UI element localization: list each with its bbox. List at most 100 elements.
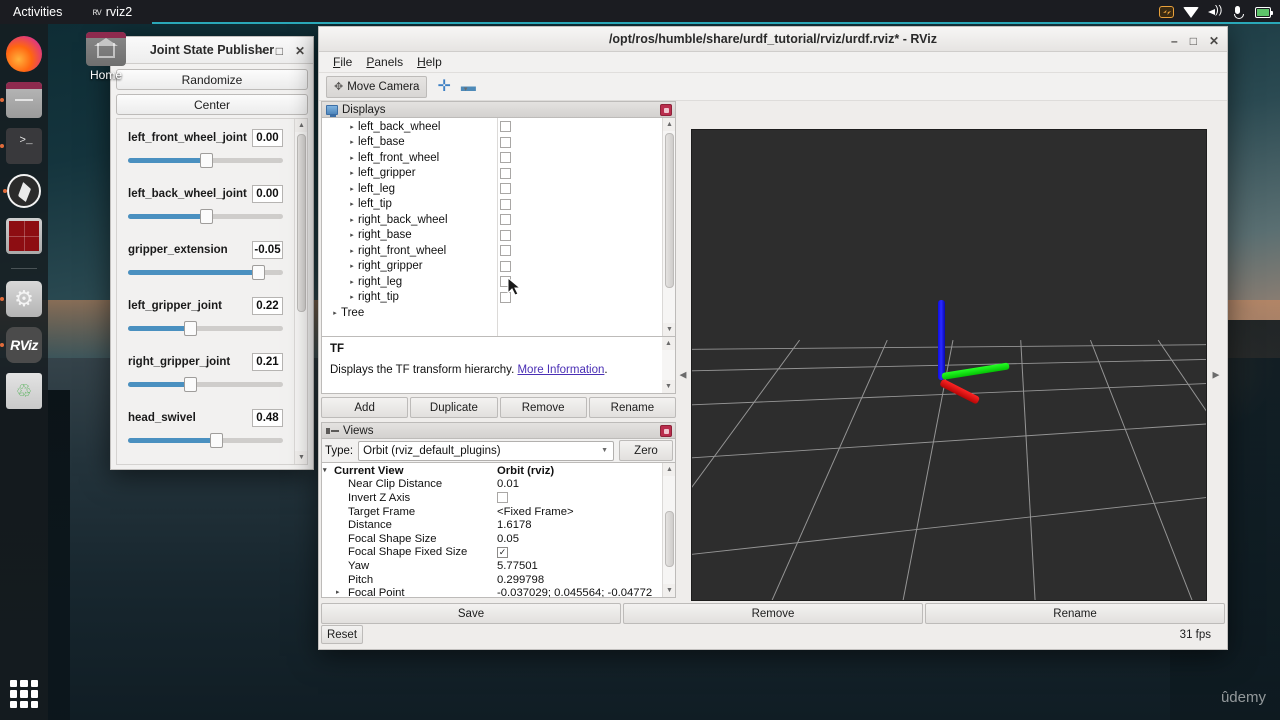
show-applications-button[interactable] bbox=[10, 680, 38, 708]
joint-slider[interactable] bbox=[128, 153, 283, 168]
scrollbar-thumb[interactable] bbox=[297, 134, 306, 312]
joint-slider[interactable] bbox=[128, 377, 283, 392]
scroll-up-arrow-icon[interactable]: ▲ bbox=[663, 463, 675, 476]
displays-tree-row[interactable]: ▸ Tree bbox=[322, 305, 661, 321]
expand-arrow-icon[interactable]: ▸ bbox=[346, 216, 358, 224]
more-information-link[interactable]: More Information bbox=[517, 364, 604, 376]
screencast-icon[interactable] bbox=[1159, 6, 1174, 18]
displays-tree-row[interactable]: ▸ right_gripper bbox=[322, 259, 661, 275]
expand-arrow-icon[interactable]: ▸ bbox=[346, 293, 358, 301]
3d-viewport[interactable] bbox=[691, 129, 1207, 601]
jsp-close-button[interactable]: ✕ bbox=[295, 44, 305, 58]
scroll-up-arrow-icon[interactable]: ▲ bbox=[662, 337, 675, 350]
expand-arrow-icon[interactable]: ▸ bbox=[346, 138, 358, 146]
expand-arrow-icon[interactable]: ▸ bbox=[346, 200, 358, 208]
add-display-button[interactable]: Add bbox=[321, 397, 409, 418]
view-property-row[interactable]: Pitch 0.299798 bbox=[322, 573, 661, 587]
center-button[interactable]: Center bbox=[116, 94, 308, 115]
scrollbar-thumb[interactable] bbox=[665, 133, 674, 288]
rename-display-button[interactable]: Rename bbox=[588, 397, 676, 418]
expand-arrow-icon[interactable]: ▸ bbox=[346, 185, 358, 193]
view-property-row[interactable]: Distance 1.6178 bbox=[322, 518, 661, 532]
panel-splitter-right[interactable]: ▶ bbox=[1211, 370, 1221, 381]
views-scrollbar[interactable]: ▲ ▼ bbox=[662, 463, 675, 597]
panel-splitter-left[interactable]: ◀ bbox=[678, 370, 688, 381]
joint-slider[interactable] bbox=[128, 265, 283, 280]
remove-display-button[interactable]: Remove bbox=[499, 397, 587, 418]
property-value[interactable]: -0.037029; 0.045564; -0.04772 bbox=[497, 587, 661, 597]
views-panel-header[interactable]: Views bbox=[321, 422, 676, 439]
displays-tree-row[interactable]: ▸ right_back_wheel bbox=[322, 212, 661, 228]
reset-button[interactable]: Reset bbox=[321, 625, 363, 644]
displays-tree[interactable]: ▸ left_back_wheel ▸ left_base ▸ left_front_wh… bbox=[321, 118, 676, 337]
duplicate-display-button[interactable]: Duplicate bbox=[410, 397, 498, 418]
displays-scrollbar[interactable]: ▲ ▼ bbox=[662, 118, 675, 336]
property-value[interactable]: 0.01 bbox=[497, 478, 661, 490]
battery-icon[interactable] bbox=[1255, 6, 1273, 18]
dock-item-trash[interactable]: ♲ bbox=[6, 373, 42, 409]
dock-item-terminal[interactable]: >_ bbox=[0, 128, 42, 164]
property-value[interactable]: 5.77501 bbox=[497, 560, 661, 572]
views-type-select[interactable]: Orbit (rviz_default_plugins) ▼ bbox=[358, 440, 614, 461]
dock-item-rviz[interactable]: RViz bbox=[0, 327, 42, 363]
expand-arrow-icon[interactable]: ▸ bbox=[329, 309, 341, 317]
visibility-checkbox[interactable] bbox=[500, 121, 511, 133]
desktop-icon-home[interactable]: Home bbox=[74, 32, 138, 82]
rviz-close-button[interactable]: ✕ bbox=[1209, 34, 1219, 48]
menu-file[interactable]: File bbox=[327, 54, 358, 70]
joint-slider[interactable] bbox=[128, 321, 283, 336]
wifi-icon[interactable] bbox=[1183, 6, 1199, 18]
scroll-up-arrow-icon[interactable]: ▲ bbox=[295, 119, 307, 132]
visibility-checkbox[interactable] bbox=[500, 260, 511, 272]
dock-item-red-app[interactable] bbox=[6, 218, 42, 254]
view-property-row[interactable]: Current ViewOrbit (rviz) bbox=[322, 464, 661, 478]
slider-handle[interactable] bbox=[184, 377, 197, 392]
property-value[interactable]: Orbit (rviz) bbox=[497, 465, 661, 477]
property-value[interactable]: 0.05 bbox=[497, 533, 661, 545]
expand-arrow-icon[interactable]: ▸ bbox=[346, 247, 358, 255]
visibility-checkbox[interactable] bbox=[500, 245, 511, 257]
plus-icon[interactable]: ✛ bbox=[437, 78, 450, 95]
move-camera-tool-button[interactable]: ✥ Move Camera bbox=[326, 75, 428, 98]
displays-tree-row[interactable]: ▸ left_leg bbox=[322, 181, 661, 197]
visibility-checkbox[interactable] bbox=[500, 167, 511, 179]
views-panel-close-icon[interactable] bbox=[660, 425, 672, 437]
scroll-up-arrow-icon[interactable]: ▲ bbox=[663, 118, 675, 131]
scroll-down-arrow-icon[interactable]: ▼ bbox=[295, 451, 307, 464]
dock-item-obs-studio[interactable] bbox=[3, 174, 41, 208]
visibility-checkbox[interactable] bbox=[500, 198, 511, 210]
expand-arrow-icon[interactable]: ▸ bbox=[346, 231, 358, 239]
expand-arrow-icon[interactable]: ▸ bbox=[346, 123, 358, 131]
dock-item-settings[interactable]: ⚙ bbox=[0, 281, 42, 317]
property-checkbox[interactable] bbox=[497, 492, 508, 504]
slider-handle[interactable] bbox=[184, 321, 197, 336]
slider-handle[interactable] bbox=[199, 153, 213, 168]
scroll-down-arrow-icon[interactable]: ▼ bbox=[663, 323, 675, 336]
visibility-checkbox[interactable] bbox=[500, 214, 511, 226]
visibility-checkbox[interactable] bbox=[500, 183, 511, 195]
expand-arrow-icon[interactable]: ▸ bbox=[346, 278, 358, 286]
joint-slider-value[interactable]: 0.00 bbox=[252, 185, 283, 203]
zero-button[interactable]: Zero bbox=[619, 440, 673, 461]
displays-tree-row[interactable]: ▸ left_gripper bbox=[322, 166, 661, 182]
save-view-button[interactable]: Save bbox=[321, 603, 621, 624]
rviz-minimize-button[interactable]: – bbox=[1171, 34, 1178, 48]
expand-arrow-icon[interactable]: ▸ bbox=[346, 169, 358, 177]
displays-panel-close-icon[interactable] bbox=[660, 104, 672, 116]
minus-dropdown-icon[interactable]: ▬ bbox=[461, 78, 476, 95]
visibility-checkbox[interactable] bbox=[500, 136, 511, 148]
menu-panels[interactable]: Panels bbox=[360, 54, 409, 70]
scroll-down-arrow-icon[interactable]: ▼ bbox=[663, 584, 675, 597]
expand-arrow-icon[interactable]: ▸ bbox=[346, 262, 358, 270]
view-property-row[interactable]: Near Clip Distance 0.01 bbox=[322, 478, 661, 492]
microphone-icon[interactable] bbox=[1233, 5, 1246, 19]
displays-tree-row[interactable]: ▸ left_tip bbox=[322, 197, 661, 213]
property-checkbox[interactable]: ✓ bbox=[497, 546, 508, 558]
jsp-minimize-button[interactable]: – bbox=[257, 44, 264, 58]
rename-view-button[interactable]: Rename bbox=[925, 603, 1225, 624]
joint-slider[interactable] bbox=[128, 433, 283, 448]
view-property-row[interactable]: Focal Shape Size 0.05 bbox=[322, 532, 661, 546]
menu-help[interactable]: Help bbox=[411, 54, 448, 70]
displays-tree-row[interactable]: ▸ right_base bbox=[322, 228, 661, 244]
scrollbar-thumb[interactable] bbox=[665, 511, 674, 567]
